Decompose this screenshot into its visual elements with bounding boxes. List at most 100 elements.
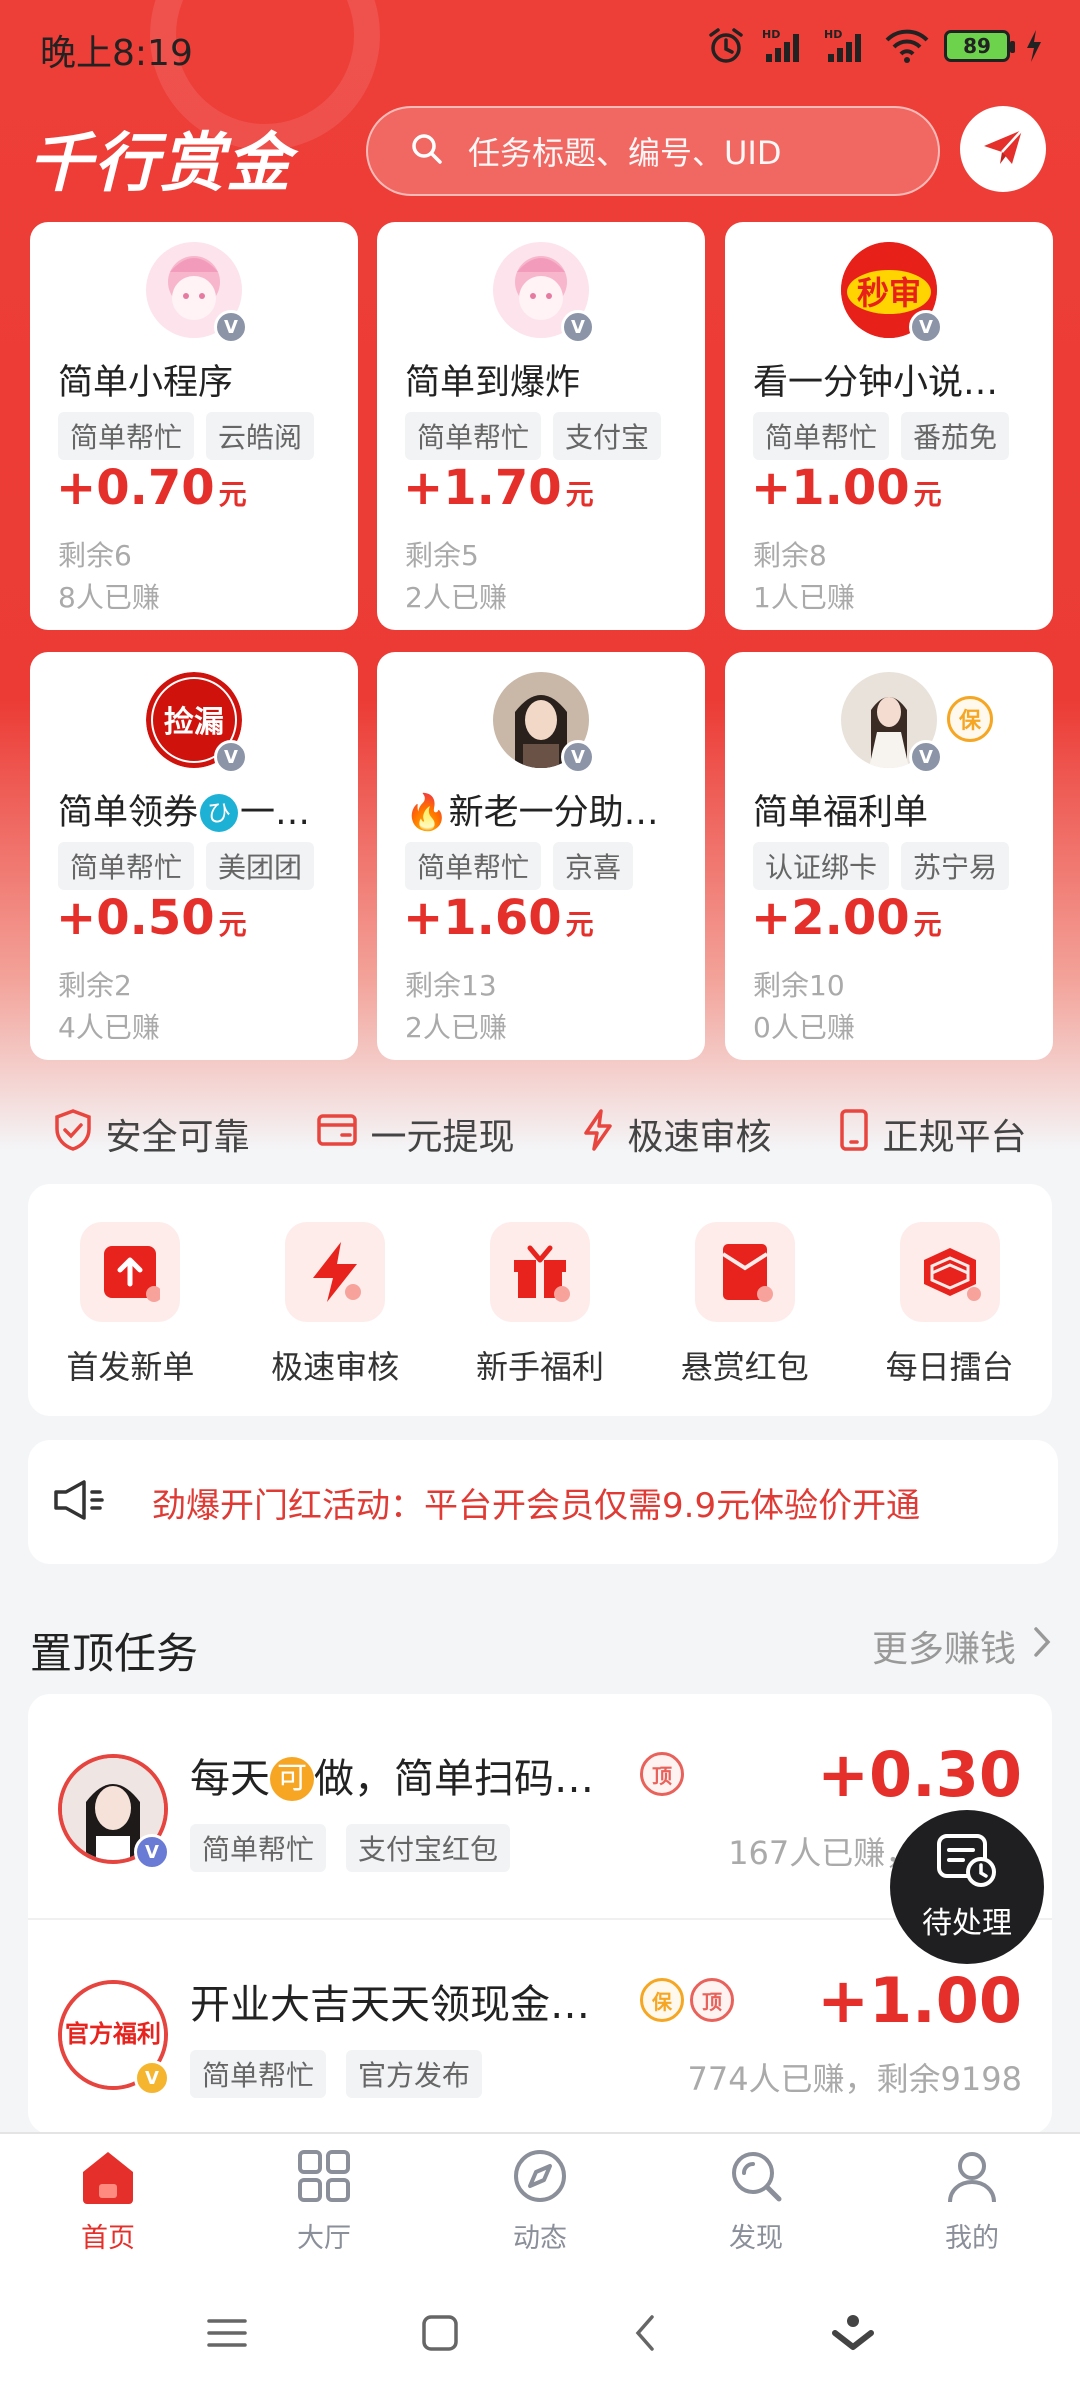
task-stats: 774人已赚，剩余9198 [687, 2060, 1022, 2098]
tab-feed[interactable]: 动态 [460, 2146, 620, 2255]
tab-me[interactable]: 我的 [892, 2146, 1052, 2255]
pending-label: 待处理 [922, 1906, 1012, 1941]
task-card[interactable]: 捡漏 V 简单领券ひ一… 简单帮忙 美团团 +0.50 元 剩余2 4人已赚 [30, 652, 358, 1060]
wifi-icon [884, 26, 930, 66]
jianlou-text: 捡漏 [164, 705, 224, 740]
task-card[interactable]: V 🔥新老一分助… 简单帮忙 京喜 +1.60 元 剩余13 2人已赚 [377, 652, 705, 1060]
feature-withdraw: 一元提现 [316, 1108, 515, 1160]
card-price: +0.70 元 [56, 460, 247, 516]
card-title-main: 新老一分助… [448, 793, 659, 833]
phone-icon [838, 1108, 870, 1161]
tag: 云皓阅 [206, 412, 315, 460]
signal-icon-2: HD [822, 26, 870, 66]
tag: 认证绑卡 [753, 842, 890, 890]
task-card[interactable]: V 保 简单福利单 认证绑卡 苏宁易 +2.00 元 剩余10 0人已赚 [725, 652, 1053, 1060]
menu-red-packet[interactable]: 悬赏红包 [655, 1222, 835, 1388]
card-earned: 8人已赚 [58, 581, 160, 614]
tab-discover[interactable]: 发现 [676, 2146, 836, 2255]
verified-v-icon: V [214, 310, 248, 344]
menu-lines-icon[interactable] [205, 2313, 249, 2357]
guarantee-badge: 保 [640, 1978, 684, 2022]
miaoshen-text: 秒审 [857, 274, 921, 312]
card-remain: 剩余2 [58, 969, 132, 1002]
menu-label: 悬赏红包 [680, 1348, 809, 1386]
status-time: 晚上8:19 [40, 33, 193, 74]
menu-newbie-gift[interactable]: 新手福利 [450, 1222, 630, 1388]
task-card[interactable]: 秒审 V 看一分钟小说… 简单帮忙 番茄免 +1.00 元 剩余8 1人已赚 [725, 222, 1053, 630]
tag: 简单帮忙 [190, 1824, 327, 1872]
card-price: +1.70 元 [403, 460, 594, 516]
more-label: 更多赚钱 [871, 1629, 1016, 1670]
tab-label: 首页 [81, 2222, 135, 2254]
alarm-icon [706, 26, 746, 66]
card-remain: 剩余13 [405, 969, 497, 1002]
card-title: 简单福利单 [753, 793, 929, 833]
tag: 美团团 [206, 842, 315, 890]
verified-v-icon: V [909, 740, 943, 774]
bottom-tab-bar: 首页 大厅 动态 发现 我的 [0, 2132, 1080, 2270]
title-part: 做，简单扫码… [314, 1756, 594, 1802]
price-amount: +0.70 [56, 460, 215, 516]
search-icon [410, 132, 444, 170]
tab-label: 动态 [513, 2222, 567, 2254]
search-discover-icon [726, 2146, 786, 2210]
lightning-bolt-icon [285, 1222, 386, 1322]
announcement-bar[interactable]: 劲爆开门红活动：平台开会员仅需9.9元体验价开通 [28, 1440, 1058, 1564]
tag: 官方发布 [346, 2050, 483, 2098]
tab-hall[interactable]: 大厅 [244, 2146, 404, 2255]
feature-fast-review: 极速审核 [581, 1108, 772, 1161]
search-input[interactable]: 任务标题、编号、UID [366, 106, 940, 196]
card-remain: 剩余6 [58, 539, 132, 572]
verified-v-icon: V [214, 740, 248, 774]
task-price: +0.30 [817, 1738, 1022, 1811]
price-amount: +2.00 [751, 890, 910, 946]
tab-home[interactable]: 首页 [28, 2146, 188, 2255]
tag: 简单帮忙 [405, 842, 542, 890]
home-icon [77, 2146, 139, 2210]
send-button[interactable] [960, 106, 1046, 192]
tag: 京喜 [553, 842, 634, 890]
shield-check-icon [53, 1108, 93, 1161]
task-title: 开业大吉天天领现金… [190, 1982, 590, 2028]
list-item[interactable]: 官方福利 V 开业大吉天天领现金… 保 顶 简单帮忙 官方发布 +1.00 77… [28, 1920, 1052, 2134]
menu-label: 首发新单 [66, 1348, 195, 1386]
menu-daily-arena[interactable]: 每日擂台 [860, 1222, 1040, 1388]
tag: 简单帮忙 [58, 842, 195, 890]
task-card[interactable]: V 简单到爆炸 简单帮忙 支付宝 +1.70 元 剩余5 2人已赚 [377, 222, 705, 630]
task-price: +1.00 [817, 1964, 1022, 2037]
price-amount: +0.50 [56, 890, 215, 946]
card-price: +0.50 元 [56, 890, 247, 946]
fire-icon: 🔥 [405, 793, 449, 833]
pending-wallet-clock-icon [935, 1832, 999, 1892]
price-unit: 元 [218, 908, 247, 941]
menu-first-release[interactable]: 首发新单 [40, 1222, 220, 1388]
pending-button[interactable]: 待处理 [890, 1810, 1044, 1964]
compass-icon [510, 2146, 570, 2210]
card-earned: 4人已赚 [58, 1011, 160, 1044]
chevron-right-icon [1032, 1625, 1052, 1668]
card-title: 简单到爆炸 [405, 363, 581, 403]
red-envelope-icon [694, 1222, 795, 1322]
feature-label: 正规平台 [882, 1117, 1027, 1158]
home-square-icon[interactable] [420, 2313, 460, 2357]
price-amount: +1.70 [403, 460, 562, 516]
tab-label: 我的 [945, 2222, 999, 2254]
tab-label: 大厅 [297, 2222, 351, 2254]
tag: 简单帮忙 [58, 412, 195, 460]
feature-strip: 安全可靠 一元提现 极速审核 正规平台 [0, 1104, 1080, 1164]
menu-fast-review[interactable]: 极速审核 [245, 1222, 425, 1388]
megaphone-icon [50, 1476, 106, 1528]
lightning-icon [581, 1108, 615, 1161]
system-nav-bar [0, 2270, 1080, 2400]
app-logo: 千行赏金 [28, 127, 292, 201]
card-price: +1.00 元 [751, 460, 942, 516]
card-earned: 1人已赚 [753, 581, 855, 614]
back-arrow-icon[interactable] [630, 2313, 660, 2357]
more-earn-link[interactable]: 更多赚钱 [872, 1620, 1052, 1672]
accessibility-icon[interactable] [831, 2311, 875, 2359]
card-remain: 剩余8 [753, 539, 827, 572]
task-card[interactable]: V 简单小程序 简单帮忙 云皓阅 +0.70 元 剩余6 8人已赚 [30, 222, 358, 630]
card-remain: 剩余5 [405, 539, 479, 572]
card-title-main: 简单领券 [58, 793, 199, 833]
charging-icon [1024, 28, 1044, 64]
